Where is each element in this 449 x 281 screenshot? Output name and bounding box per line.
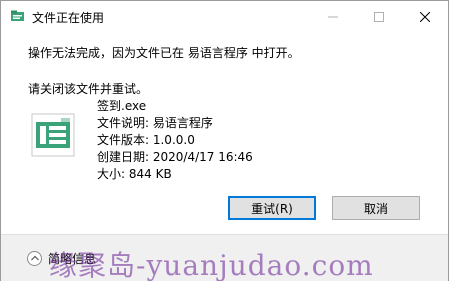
maximize-icon[interactable] (356, 1, 402, 32)
window-title: 文件正在使用 (32, 11, 105, 25)
file-name: 签到.exe (97, 99, 147, 113)
cancel-button[interactable]: 取消 (332, 196, 420, 220)
watermark-text: 缘聚岛-yuanjudao.com (49, 249, 374, 281)
folder-warning-icon (11, 10, 25, 22)
easy-language-program-icon (31, 113, 75, 157)
instruction-text: 请关闭该文件并重试。 (28, 82, 149, 96)
error-message: 操作无法完成，因为文件已在 易语言程序 中打开。 (28, 46, 300, 60)
title-bar[interactable]: 文件正在使用 (1, 1, 448, 32)
chevron-up-icon[interactable] (27, 250, 42, 266)
file-details: 签到.exe 文件说明: 易语言程序 文件版本: 1.0.0.0 创建日期: 2… (97, 98, 253, 183)
minimize-icon[interactable] (310, 1, 356, 32)
file-created-date: 创建日期: 2020/4/17 16:46 (97, 150, 253, 164)
file-version: 文件版本: 1.0.0.0 (97, 133, 195, 147)
file-in-use-dialog: 文件正在使用 操作无法完成，因为文件已在 易语言程序 中打开。 请关闭该文件并重… (0, 0, 449, 281)
retry-button[interactable]: 重试(R) (228, 196, 316, 220)
file-description: 文件说明: 易语言程序 (97, 116, 213, 130)
close-icon[interactable] (402, 1, 448, 32)
file-size: 大小: 844 KB (97, 167, 172, 181)
